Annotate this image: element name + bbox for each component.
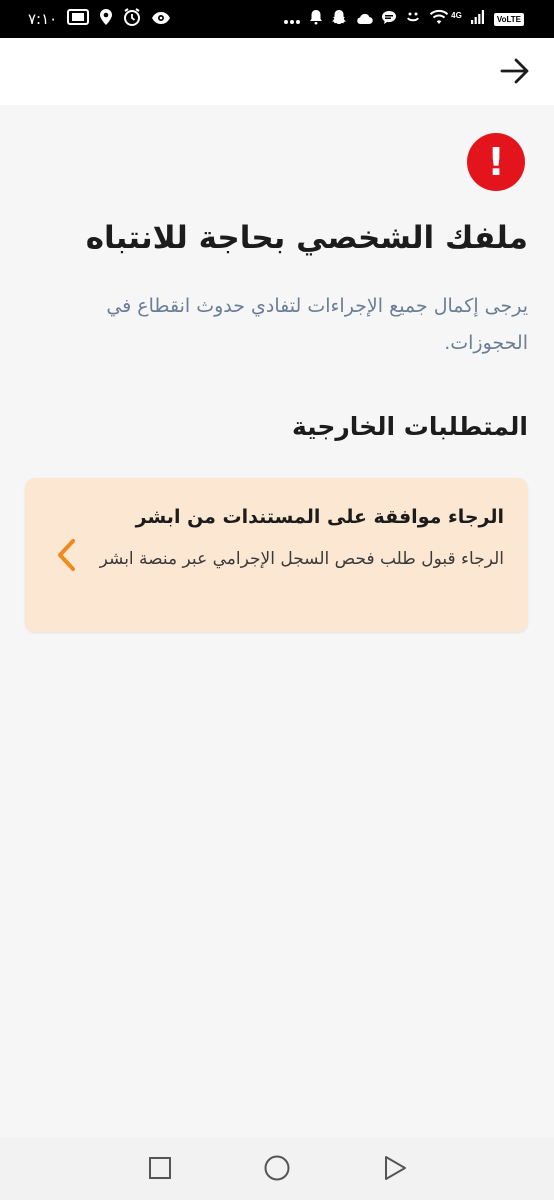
- chevron-left-icon: [55, 538, 79, 572]
- status-bar-left: ٧:١٠: [28, 8, 171, 30]
- system-nav-bar: [0, 1138, 554, 1200]
- notification-icon: [309, 9, 323, 29]
- cloud-icon: [355, 10, 373, 29]
- eye-icon: [151, 10, 171, 29]
- recents-icon: [148, 1156, 172, 1184]
- photo-icon: [67, 9, 90, 29]
- alarm-icon: [123, 8, 141, 30]
- wifi-icon: [429, 9, 449, 29]
- home-icon: [263, 1154, 291, 1186]
- arrow-right-icon: [500, 58, 530, 88]
- back-button[interactable]: [498, 56, 532, 90]
- page-title: ملفك الشخصي بحاجة للانتباه: [85, 220, 528, 256]
- location-icon: [99, 8, 113, 30]
- home-button[interactable]: [263, 1154, 291, 1186]
- volte-badge: VoLTE: [493, 12, 524, 26]
- recents-button[interactable]: [146, 1156, 174, 1184]
- requirement-card-description: الرجاء قبول طلب فحص السجل الإجرامي عبر م…: [99, 549, 504, 569]
- status-bar: ٧:١٠ 4G VoLTE: [0, 0, 554, 38]
- requirement-card[interactable]: الرجاء موافقة على المستندات من ابشر الرج…: [25, 478, 528, 632]
- chat-icon: [381, 10, 397, 29]
- snapchat-icon: [331, 9, 347, 29]
- network-type: 4G: [451, 10, 462, 20]
- system-back-button[interactable]: [381, 1156, 409, 1184]
- alert-glyph: !: [487, 140, 505, 184]
- face-icon: [405, 9, 421, 29]
- requirement-card-title: الرجاء موافقة على المستندات من ابشر: [135, 506, 504, 528]
- section-title: المتطلبات الخارجية: [291, 412, 528, 441]
- page-subtitle: يرجى إكمال جميع الإجراءات لتفادي حدوث ان…: [106, 295, 528, 354]
- status-time: ٧:١٠: [28, 10, 58, 28]
- back-triangle-icon: [383, 1155, 407, 1185]
- app-bar: [0, 38, 554, 105]
- status-bar-right: 4G VoLTE: [283, 9, 524, 29]
- exclamation-icon: !: [467, 133, 525, 191]
- more-icon: [283, 10, 301, 29]
- signal-icon: [470, 9, 486, 29]
